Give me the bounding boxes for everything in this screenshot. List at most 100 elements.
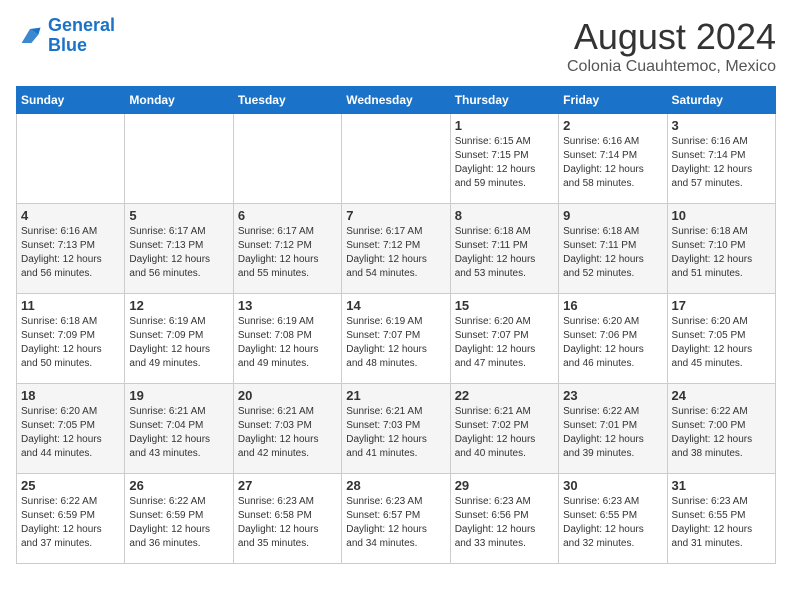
day-number: 26	[129, 478, 228, 493]
header-day-saturday: Saturday	[667, 87, 775, 114]
day-info: Sunrise: 6:23 AM Sunset: 6:57 PM Dayligh…	[346, 495, 445, 551]
calendar-cell: 2 Sunrise: 6:16 AM Sunset: 7:14 PM Daylig…	[559, 114, 667, 204]
day-number: 13	[238, 298, 337, 313]
calendar-cell	[233, 114, 341, 204]
day-info: Sunrise: 6:20 AM Sunset: 7:07 PM Dayligh…	[455, 315, 554, 371]
header-day-tuesday: Tuesday	[233, 87, 341, 114]
calendar-week-5: 25 Sunrise: 6:22 AM Sunset: 6:59 PM Dayli…	[17, 474, 776, 564]
calendar-cell	[125, 114, 233, 204]
day-info: Sunrise: 6:18 AM Sunset: 7:11 PM Dayligh…	[455, 225, 554, 281]
calendar-cell: 17 Sunrise: 6:20 AM Sunset: 7:05 PM Dayli…	[667, 294, 775, 384]
calendar-cell: 11 Sunrise: 6:18 AM Sunset: 7:09 PM Dayli…	[17, 294, 125, 384]
day-info: Sunrise: 6:17 AM Sunset: 7:12 PM Dayligh…	[238, 225, 337, 281]
day-info: Sunrise: 6:20 AM Sunset: 7:05 PM Dayligh…	[672, 315, 771, 371]
day-info: Sunrise: 6:21 AM Sunset: 7:04 PM Dayligh…	[129, 405, 228, 461]
calendar-table: SundayMondayTuesdayWednesdayThursdayFrid…	[16, 86, 776, 564]
calendar-cell: 14Sunrise: 6:19 AM Sunset: 7:07 PM Dayli…	[342, 294, 450, 384]
day-number: 8	[455, 208, 554, 223]
day-number: 21	[346, 388, 445, 403]
calendar-cell: 28 Sunrise: 6:23 AM Sunset: 6:57 PM Dayli…	[342, 474, 450, 564]
day-number: 17	[672, 298, 771, 313]
day-number: 1	[455, 118, 554, 133]
calendar-cell: 27 Sunrise: 6:23 AM Sunset: 6:58 PM Dayli…	[233, 474, 341, 564]
calendar-cell: 6 Sunrise: 6:17 AM Sunset: 7:12 PM Daylig…	[233, 204, 341, 294]
header-day-friday: Friday	[559, 87, 667, 114]
day-number: 7	[346, 208, 445, 223]
calendar-cell: 18 Sunrise: 6:20 AM Sunset: 7:05 PM Dayli…	[17, 384, 125, 474]
calendar-cell: 5Sunrise: 6:17 AM Sunset: 7:13 PM Daylig…	[125, 204, 233, 294]
day-info: Sunrise: 6:18 AM Sunset: 7:09 PM Dayligh…	[21, 315, 120, 371]
calendar-cell: 15 Sunrise: 6:20 AM Sunset: 7:07 PM Dayli…	[450, 294, 558, 384]
day-number: 3	[672, 118, 771, 133]
day-info: Sunrise: 6:16 AM Sunset: 7:14 PM Dayligh…	[563, 135, 662, 191]
day-info: Sunrise: 6:23 AM Sunset: 6:55 PM Dayligh…	[672, 495, 771, 551]
day-number: 18	[21, 388, 120, 403]
calendar-cell: 13 Sunrise: 6:19 AM Sunset: 7:08 PM Dayli…	[233, 294, 341, 384]
calendar-cell: 20 Sunrise: 6:21 AM Sunset: 7:03 PM Dayli…	[233, 384, 341, 474]
day-info: Sunrise: 6:22 AM Sunset: 6:59 PM Dayligh…	[21, 495, 120, 551]
day-number: 15	[455, 298, 554, 313]
month-title: August 2024	[567, 16, 776, 58]
day-info: Sunrise: 6:23 AM Sunset: 6:58 PM Dayligh…	[238, 495, 337, 551]
day-number: 2	[563, 118, 662, 133]
calendar-cell: 10Sunrise: 6:18 AM Sunset: 7:10 PM Dayli…	[667, 204, 775, 294]
day-number: 19	[129, 388, 228, 403]
day-info: Sunrise: 6:20 AM Sunset: 7:05 PM Dayligh…	[21, 405, 120, 461]
calendar-body: 1Sunrise: 6:15 AM Sunset: 7:15 PM Daylig…	[17, 114, 776, 564]
day-info: Sunrise: 6:19 AM Sunset: 7:09 PM Dayligh…	[129, 315, 228, 371]
day-number: 6	[238, 208, 337, 223]
calendar-cell: 29Sunrise: 6:23 AM Sunset: 6:56 PM Dayli…	[450, 474, 558, 564]
calendar-cell: 16 Sunrise: 6:20 AM Sunset: 7:06 PM Dayli…	[559, 294, 667, 384]
calendar-cell: 8 Sunrise: 6:18 AM Sunset: 7:11 PM Daylig…	[450, 204, 558, 294]
calendar-week-3: 11 Sunrise: 6:18 AM Sunset: 7:09 PM Dayli…	[17, 294, 776, 384]
title-block: August 2024 Colonia Cuauhtemoc, Mexico	[567, 16, 776, 76]
day-info: Sunrise: 6:21 AM Sunset: 7:03 PM Dayligh…	[346, 405, 445, 461]
location-subtitle: Colonia Cuauhtemoc, Mexico	[567, 58, 776, 76]
calendar-cell	[17, 114, 125, 204]
calendar-header-row: SundayMondayTuesdayWednesdayThursdayFrid…	[17, 87, 776, 114]
calendar-cell: 25 Sunrise: 6:22 AM Sunset: 6:59 PM Dayli…	[17, 474, 125, 564]
logo-blue: Blue	[48, 35, 87, 55]
day-info: Sunrise: 6:22 AM Sunset: 6:59 PM Dayligh…	[129, 495, 228, 551]
calendar-cell: 9 Sunrise: 6:18 AM Sunset: 7:11 PM Daylig…	[559, 204, 667, 294]
day-number: 4	[21, 208, 120, 223]
day-info: Sunrise: 6:22 AM Sunset: 7:01 PM Dayligh…	[563, 405, 662, 461]
logo-general: General	[48, 15, 115, 35]
day-info: Sunrise: 6:20 AM Sunset: 7:06 PM Dayligh…	[563, 315, 662, 371]
day-info: Sunrise: 6:17 AM Sunset: 7:13 PM Dayligh…	[129, 225, 228, 281]
calendar-cell: 23 Sunrise: 6:22 AM Sunset: 7:01 PM Dayli…	[559, 384, 667, 474]
day-number: 16	[563, 298, 662, 313]
page-header: General Blue August 2024 Colonia Cuauhte…	[16, 16, 776, 76]
calendar-cell: 3 Sunrise: 6:16 AM Sunset: 7:14 PM Daylig…	[667, 114, 775, 204]
calendar-cell: 22 Sunrise: 6:21 AM Sunset: 7:02 PM Dayli…	[450, 384, 558, 474]
day-number: 28	[346, 478, 445, 493]
day-info: Sunrise: 6:19 AM Sunset: 7:08 PM Dayligh…	[238, 315, 337, 371]
day-number: 11	[21, 298, 120, 313]
day-number: 9	[563, 208, 662, 223]
day-info: Sunrise: 6:21 AM Sunset: 7:03 PM Dayligh…	[238, 405, 337, 461]
day-info: Sunrise: 6:18 AM Sunset: 7:11 PM Dayligh…	[563, 225, 662, 281]
calendar-cell: 31Sunrise: 6:23 AM Sunset: 6:55 PM Dayli…	[667, 474, 775, 564]
day-number: 25	[21, 478, 120, 493]
day-number: 20	[238, 388, 337, 403]
calendar-week-1: 1Sunrise: 6:15 AM Sunset: 7:15 PM Daylig…	[17, 114, 776, 204]
day-info: Sunrise: 6:17 AM Sunset: 7:12 PM Dayligh…	[346, 225, 445, 281]
calendar-cell: 21 Sunrise: 6:21 AM Sunset: 7:03 PM Dayli…	[342, 384, 450, 474]
day-number: 23	[563, 388, 662, 403]
calendar-cell: 1Sunrise: 6:15 AM Sunset: 7:15 PM Daylig…	[450, 114, 558, 204]
calendar-cell: 24Sunrise: 6:22 AM Sunset: 7:00 PM Dayli…	[667, 384, 775, 474]
calendar-cell	[342, 114, 450, 204]
day-number: 12	[129, 298, 228, 313]
day-info: Sunrise: 6:16 AM Sunset: 7:14 PM Dayligh…	[672, 135, 771, 191]
day-number: 22	[455, 388, 554, 403]
header-day-sunday: Sunday	[17, 87, 125, 114]
day-number: 27	[238, 478, 337, 493]
day-info: Sunrise: 6:21 AM Sunset: 7:02 PM Dayligh…	[455, 405, 554, 461]
calendar-cell: 30Sunrise: 6:23 AM Sunset: 6:55 PM Dayli…	[559, 474, 667, 564]
day-info: Sunrise: 6:16 AM Sunset: 7:13 PM Dayligh…	[21, 225, 120, 281]
calendar-week-2: 4 Sunrise: 6:16 AM Sunset: 7:13 PM Daylig…	[17, 204, 776, 294]
day-number: 10	[672, 208, 771, 223]
day-number: 14	[346, 298, 445, 313]
calendar-cell: 12 Sunrise: 6:19 AM Sunset: 7:09 PM Dayli…	[125, 294, 233, 384]
header-day-thursday: Thursday	[450, 87, 558, 114]
